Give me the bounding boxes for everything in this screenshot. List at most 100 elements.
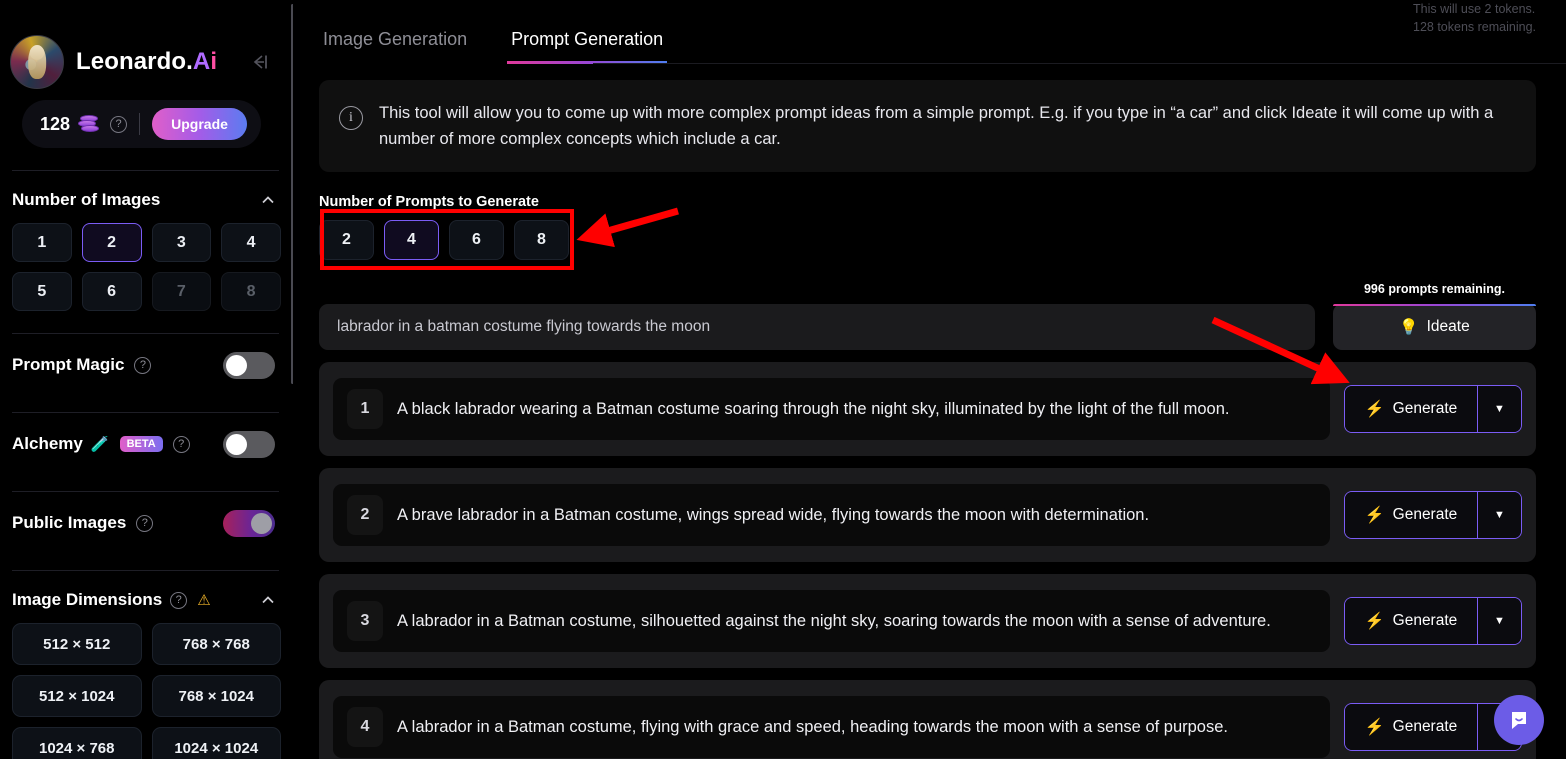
generate-button[interactable]: ⚡ Generate [1345,492,1477,538]
help-circle-icon[interactable]: ? [134,356,152,374]
generate-button-label: Generate [1392,400,1458,417]
leonardo-avatar-icon [10,35,64,89]
prompt-count-option-8[interactable]: 8 [514,220,569,260]
dimension-option-1024x768[interactable]: 1024 × 768 [12,727,142,759]
credits-pill: 128 ? Upgrade [22,100,261,148]
public-images-row: Public Images ? [0,492,293,554]
generate-button[interactable]: ⚡ Generate [1345,704,1477,750]
token-note: This will use 2 tokens. 128 tokens remai… [1413,0,1536,36]
ideate-button[interactable]: 💡 Ideate [1333,304,1536,350]
prompt-magic-toggle[interactable] [223,351,275,379]
sidebar: Leonardo.Ai 128 ? Upgrade Number of Imag… [0,0,293,759]
tab-image-generation[interactable]: Image Generation [319,29,471,64]
generate-button-group: ⚡ Generate ▼ [1344,597,1522,645]
app-root: Leonardo.Ai 128 ? Upgrade Number of Imag… [0,0,1566,759]
number-of-images-grid: 1 2 3 4 5 6 7 8 [0,213,293,311]
brand-name: Leonardo.Ai [76,48,217,76]
generate-dropdown-button[interactable]: ▼ [1477,598,1521,644]
num-images-option-1[interactable]: 1 [12,223,72,262]
divider [139,113,141,135]
dimension-option-768x1024[interactable]: 768 × 1024 [151,675,281,717]
result-card: 3 A labrador in a Batman costume, silhou… [333,590,1330,652]
help-circle-icon[interactable]: ? [136,514,154,532]
prompt-count-option-4[interactable]: 4 [384,220,439,260]
chevron-down-icon: ▼ [1494,509,1505,521]
brand-name-dot: . [186,48,193,75]
result-text: A black labrador wearing a Batman costum… [397,399,1230,418]
num-images-option-4[interactable]: 4 [221,223,281,262]
info-banner-text: This tool will allow you to come up with… [379,104,1494,148]
help-circle-icon[interactable]: ? [170,591,188,609]
chevron-up-icon[interactable] [259,191,277,209]
token-note-line1: This will use 2 tokens. [1413,2,1536,16]
result-text: A labrador in a Batman costume, silhouet… [397,611,1271,630]
result-index: 3 [347,601,383,641]
num-images-option-3[interactable]: 3 [151,223,212,262]
tab-prompt-generation[interactable]: Prompt Generation [507,29,668,64]
main-content: This will use 2 tokens. 128 tokens remai… [293,0,1566,759]
content-area: i This tool will allow you to come up wi… [293,64,1566,759]
public-images-label: Public Images [12,513,127,532]
num-images-option-6[interactable]: 6 [81,272,142,311]
result-index: 1 [347,389,383,429]
dimension-option-512x512[interactable]: 512 × 512 [12,623,142,665]
info-circle-icon: i [339,106,363,130]
generate-dropdown-button[interactable]: ▼ [1477,492,1521,538]
result-index: 2 [347,495,383,535]
brand-header: Leonardo.Ai [0,0,293,89]
tab-bar: Image Generation Prompt Generation [293,0,1566,64]
prompt-count-option-2[interactable]: 2 [319,220,374,260]
results-list: 1 A black labrador wearing a Batman cost… [319,362,1536,759]
ideate-section: 996 prompts remaining. 💡 Ideate [1333,282,1536,350]
image-dimensions-header[interactable]: Image Dimensions ? ⚠ [0,571,293,613]
result-row: 1 A black labrador wearing a Batman cost… [319,362,1536,456]
generate-button[interactable]: ⚡ Generate [1345,598,1477,644]
lightning-bolt-icon: ⚡ [1364,719,1385,736]
result-row: 4 A labrador in a Batman costume, flying… [319,680,1536,759]
brand-name-i: i [210,48,218,75]
dimension-option-512x1024[interactable]: 512 × 1024 [12,675,142,717]
number-of-images-header[interactable]: Number of Images [0,171,293,213]
prompts-remaining-label: 996 prompts remaining. [1363,282,1505,296]
alchemy-label: Alchemy [12,434,83,453]
number-of-images-title: Number of Images [12,190,161,209]
result-row: 3 A labrador in a Batman costume, silhou… [319,574,1536,668]
result-card: 1 A black labrador wearing a Batman cost… [333,378,1330,440]
result-card: 2 A brave labrador in a Batman costume, … [333,484,1330,546]
tab-bar-rule [593,63,1566,64]
num-images-option-2[interactable]: 2 [81,223,142,262]
alchemy-toggle[interactable] [223,430,275,458]
prompt-input-row: 996 prompts remaining. 💡 Ideate [319,282,1536,350]
num-images-option-8: 8 [221,272,281,311]
chat-bubble-icon[interactable] [1494,695,1544,745]
prompt-magic-row: Prompt Magic ? [0,334,293,396]
collapse-sidebar-icon[interactable] [245,49,271,75]
prompt-count-option-6[interactable]: 6 [449,220,504,260]
prompt-input[interactable] [319,304,1315,350]
image-dimensions-grid: 512 × 512 768 × 768 512 × 1024 768 × 102… [0,613,293,759]
token-note-line2: 128 tokens remaining. [1413,20,1536,34]
dimension-option-1024x1024[interactable]: 1024 × 1024 [151,727,281,759]
upgrade-button[interactable]: Upgrade [152,108,247,140]
lightning-bolt-icon: ⚡ [1364,507,1385,524]
help-circle-icon[interactable]: ? [110,115,128,133]
public-images-toggle[interactable] [223,509,275,537]
ideate-button-label: Ideate [1426,318,1470,335]
generate-button[interactable]: ⚡ Generate [1345,386,1477,432]
beta-badge: BETA [119,436,163,452]
help-circle-icon[interactable]: ? [172,435,190,453]
coins-icon [78,115,100,133]
num-images-option-5[interactable]: 5 [12,272,72,311]
prompt-count-group: 2 4 6 8 [319,220,569,260]
generate-button-label: Generate [1392,506,1458,523]
flask-icon: 🧪 [90,436,110,453]
generate-button-group: ⚡ Generate ▼ [1344,491,1522,539]
image-dimensions-title: Image Dimensions [12,590,163,609]
generate-button-group: ⚡ Generate ▼ [1344,385,1522,433]
chevron-up-icon[interactable] [259,591,277,609]
prompt-magic-label: Prompt Magic [12,355,125,374]
dimension-option-768x768[interactable]: 768 × 768 [151,623,281,665]
chevron-down-icon: ▼ [1494,615,1505,627]
generate-dropdown-button[interactable]: ▼ [1477,386,1521,432]
lightbulb-icon: 💡 [1399,318,1419,336]
